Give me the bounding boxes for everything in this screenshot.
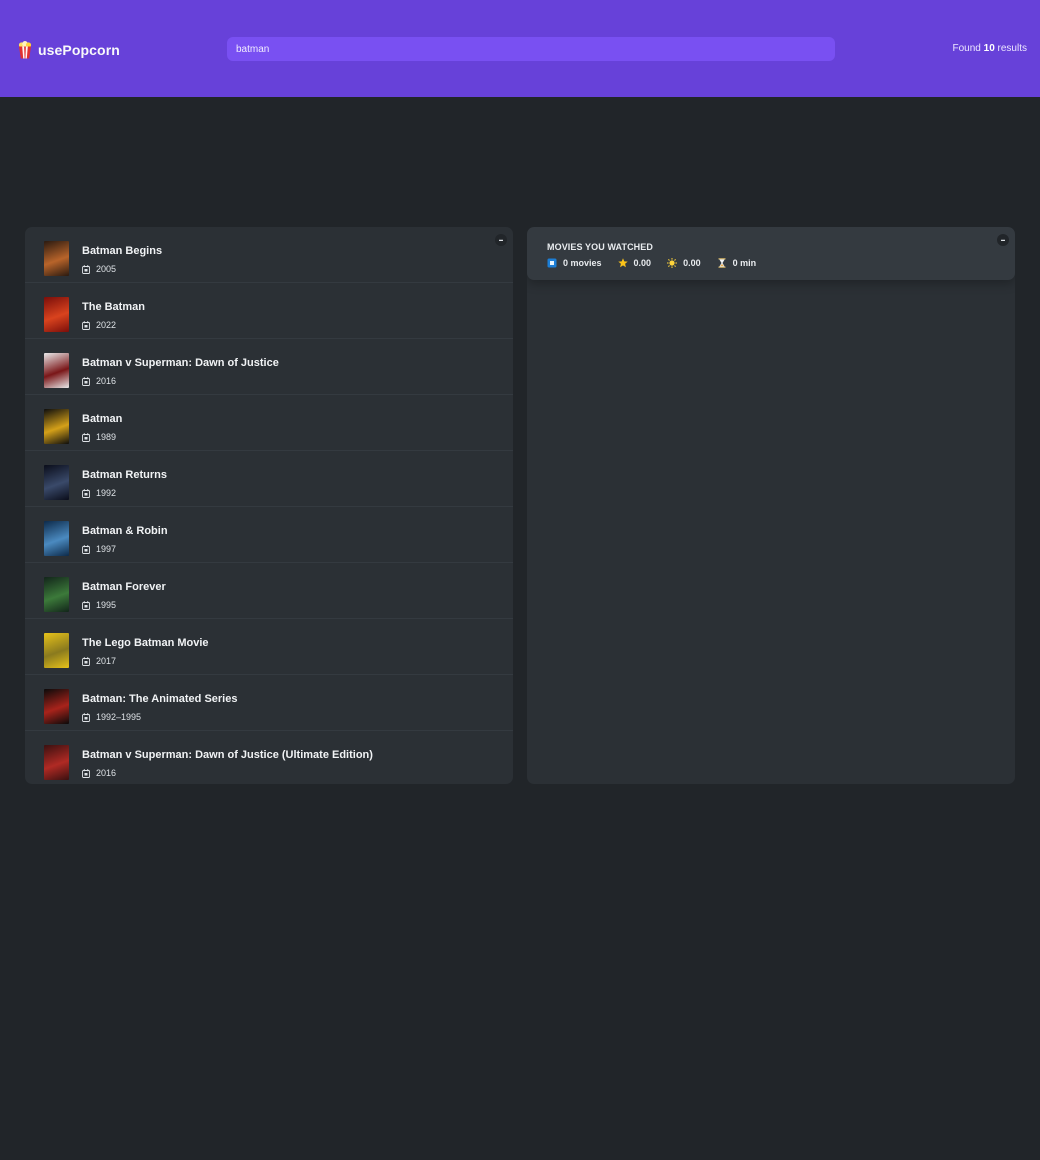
movie-item[interactable]: Batman 1989 — [25, 395, 513, 451]
calendar-icon — [82, 656, 90, 666]
calendar-icon — [82, 544, 90, 554]
movie-poster — [44, 241, 69, 276]
movie-title: Batman v Superman: Dawn of Justice — [82, 357, 279, 369]
movie-item[interactable]: Batman Returns 1992 — [25, 451, 513, 507]
search-results-panel: – Batman Begins 2005 The Batman 2022 Batma… — [25, 227, 513, 784]
user-rating: 0.00 — [683, 258, 701, 268]
calendar-icon — [82, 600, 90, 610]
movie-year-row: 1992–1995 — [82, 712, 141, 722]
movie-item[interactable]: Batman Forever 1995 — [25, 563, 513, 619]
movie-title: The Lego Batman Movie — [82, 637, 209, 649]
movie-year: 1992 — [96, 488, 117, 498]
movie-year: 2022 — [96, 320, 117, 330]
popcorn-icon — [18, 41, 32, 59]
movie-year: 1992–1995 — [96, 712, 142, 722]
movie-year-row: 2016 — [82, 768, 116, 778]
movie-poster — [44, 297, 69, 332]
watched-heading: MOVIES YOU WATCHED — [547, 242, 653, 252]
movie-year-row: 1997 — [82, 544, 116, 554]
movie-title: Batman — [82, 413, 123, 425]
movie-title: The Batman — [82, 301, 145, 313]
movie-year: 1989 — [96, 432, 117, 442]
calendar-icon — [82, 432, 90, 442]
calendar-icon — [82, 488, 90, 498]
movie-year-row: 2016 — [82, 376, 116, 386]
movie-item[interactable]: The Batman 2022 — [25, 283, 513, 339]
movie-title: Batman Begins — [82, 245, 163, 257]
movie-year: 2016 — [96, 768, 117, 778]
calendar-icon — [82, 712, 90, 722]
app-name: usePopcorn — [38, 42, 120, 58]
stat-user-rating: 0.00 — [667, 258, 701, 268]
collapse-watched-button[interactable]: – — [997, 234, 1009, 246]
search-input[interactable] — [227, 37, 835, 61]
movie-poster — [44, 465, 69, 500]
movies-count: 0 movies — [563, 258, 602, 268]
stat-imdb-rating: 0.00 — [617, 258, 652, 268]
movie-poster — [44, 409, 69, 444]
movie-title: Batman v Superman: Dawn of Justice (Ulti… — [82, 749, 373, 761]
movie-year: 1995 — [96, 600, 117, 610]
star-icon — [617, 258, 628, 268]
movie-title: Batman Returns — [82, 469, 167, 481]
movie-year: 2017 — [96, 656, 117, 666]
results-count: Found 10 results — [953, 43, 1028, 54]
movie-year: 1997 — [96, 544, 117, 554]
results-prefix: Found — [952, 43, 984, 54]
hash-icon — [547, 258, 557, 268]
calendar-icon — [82, 320, 90, 330]
movie-year-row: 2005 — [82, 264, 116, 274]
watched-panel: – MOVIES YOU WATCHED 0 movies 0.00 0.00 … — [527, 227, 1015, 784]
movie-year: 2005 — [96, 264, 117, 274]
results-number: 10 — [983, 43, 995, 54]
imdb-rating: 0.00 — [633, 258, 652, 268]
movie-year-row: 1995 — [82, 600, 116, 610]
calendar-icon — [82, 768, 90, 778]
movie-title: Batman Forever — [82, 581, 166, 593]
sparkle-icon — [667, 258, 678, 268]
movie-year-row: 2022 — [82, 320, 116, 330]
movie-item[interactable]: The Lego Batman Movie 2017 — [25, 619, 513, 675]
movie-year-row: 2017 — [82, 656, 116, 666]
calendar-icon — [82, 264, 90, 274]
results-suffix: results — [994, 43, 1027, 54]
stat-runtime: 0 min — [717, 258, 757, 268]
navbar: usePopcorn Found 10 results — [0, 0, 1040, 97]
watched-summary: MOVIES YOU WATCHED 0 movies 0.00 0.00 0 … — [527, 227, 1015, 280]
hourglass-icon — [718, 258, 726, 268]
movie-poster — [44, 577, 69, 612]
stat-movies: 0 movies — [547, 258, 602, 268]
movie-poster — [44, 353, 69, 388]
movie-item[interactable]: Batman Begins 2005 — [25, 227, 513, 283]
movie-year-row: 1992 — [82, 488, 116, 498]
movie-title: Batman & Robin — [82, 525, 168, 537]
movie-poster — [44, 689, 69, 724]
movie-list: Batman Begins 2005 The Batman 2022 Batman … — [25, 227, 513, 784]
runtime: 0 min — [732, 258, 757, 268]
movie-year-row: 1989 — [82, 432, 116, 442]
logo: usePopcorn — [18, 40, 120, 60]
watched-stats: 0 movies 0.00 0.00 0 min — [547, 258, 756, 268]
movie-item[interactable]: Batman & Robin 1997 — [25, 507, 513, 563]
calendar-icon — [82, 376, 90, 386]
movie-title: Batman: The Animated Series — [82, 693, 238, 705]
movie-poster — [44, 521, 69, 556]
movie-poster — [44, 745, 69, 780]
movie-item[interactable]: Batman: The Animated Series 1992–1995 — [25, 675, 513, 731]
movie-poster — [44, 633, 69, 668]
movie-year: 2016 — [96, 376, 117, 386]
collapse-results-button[interactable]: – — [495, 234, 507, 246]
movie-item[interactable]: Batman v Superman: Dawn of Justice 2016 — [25, 339, 513, 395]
movie-item[interactable]: Batman v Superman: Dawn of Justice (Ulti… — [25, 731, 513, 784]
